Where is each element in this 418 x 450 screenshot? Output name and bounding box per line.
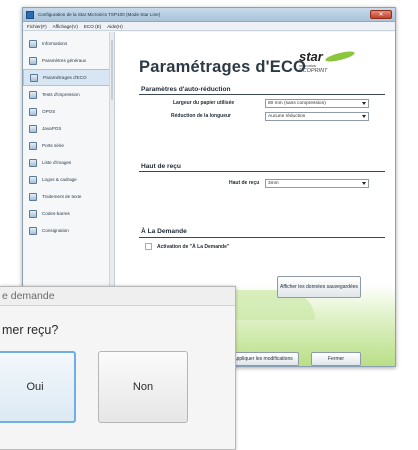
opos-icon: [29, 107, 37, 116]
chevron-down-icon: [362, 115, 366, 118]
sidebar-item-label: Paramètres généraux: [42, 58, 87, 63]
menu-eco[interactable]: ECO (E): [84, 24, 101, 29]
text-icon: [29, 192, 37, 201]
sidebar-item-label: Codes-barres: [42, 211, 70, 216]
info-icon: [29, 39, 37, 48]
log-icon: [29, 226, 37, 235]
title-bar[interactable]: Configuration de la Star Micronics TSP10…: [23, 8, 395, 22]
yes-button[interactable]: Oui: [0, 351, 76, 423]
section-divider: [139, 237, 385, 238]
show-saved-data-button[interactable]: Afficher les données sauvegardées: [277, 276, 361, 298]
sidebar-item-label: JavaPOS: [42, 126, 62, 131]
printer-icon: [29, 90, 37, 99]
logo-tagline: ECOPRINT: [299, 68, 328, 74]
sidebar-item-label: Tests d'impression: [42, 92, 80, 97]
dialog-question: mer reçu?: [2, 323, 59, 337]
sidebar-item-label: Informations: [42, 41, 68, 46]
top-margin-label: Haut de reçu: [229, 180, 260, 186]
sidebar-item-barcodes[interactable]: Codes-barres: [23, 205, 114, 222]
sidebar-item-text-processing[interactable]: Traitement de texte: [23, 188, 114, 205]
chevron-down-icon: [362, 182, 366, 185]
sidebar-item-label: OPOS: [42, 109, 56, 114]
paper-width-select[interactable]: 80 mm (sans compression): [265, 99, 369, 108]
section-divider: [139, 94, 385, 95]
section-title-reduction: Paramètres d'auto-réduction: [141, 86, 231, 93]
close-window-button[interactable]: ✕: [370, 10, 392, 19]
on-demand-checkbox-label: Activation de "À La Demande": [157, 244, 230, 250]
star-logo: star micronics ECOPRINT: [299, 49, 361, 84]
chevron-down-icon: [362, 102, 366, 105]
menu-view[interactable]: Affichage(V): [53, 24, 78, 29]
sidebar-item-logos[interactable]: Logos & cadrage: [23, 171, 114, 188]
sidebar-item-javapos[interactable]: JavaPOS: [23, 120, 114, 137]
sidebar-item-eco-settings[interactable]: Paramétrages d'ECO: [23, 69, 114, 86]
page-title: Paramétrages d'ECO: [139, 58, 307, 76]
section-divider: [139, 171, 385, 172]
top-margin-select[interactable]: 3mm: [265, 179, 369, 188]
sidebar-item-print-tests[interactable]: Tests d'impression: [23, 86, 114, 103]
scrollbar-thumb[interactable]: [111, 40, 113, 100]
logo-icon: [29, 175, 37, 184]
port-icon: [29, 141, 37, 150]
settings-icon: [29, 56, 37, 65]
sidebar-item-general-settings[interactable]: Paramètres généraux: [23, 52, 114, 69]
app-icon: [26, 10, 34, 19]
length-reduction-label: Réduction de la longueur: [171, 113, 232, 119]
length-reduction-select[interactable]: Aucune réduction: [265, 112, 369, 121]
dialog-title[interactable]: e demande: [0, 287, 235, 306]
sidebar-item-label: Ports série: [42, 143, 64, 148]
sidebar-item-label: Logos & cadrage: [42, 177, 77, 182]
sidebar-item-label: Consignation: [42, 228, 69, 233]
no-button[interactable]: Non: [98, 351, 188, 423]
menu-file[interactable]: Fichier(F): [27, 24, 47, 29]
section-title-on-demand: À La Demande: [141, 228, 187, 235]
sidebar-item-logging[interactable]: Consignation: [23, 222, 114, 239]
sidebar-item-serial-ports[interactable]: Ports série: [23, 137, 114, 154]
close-button[interactable]: Fermer: [311, 352, 361, 366]
paper-width-label: Largeur du papier utilisée: [173, 100, 235, 106]
length-reduction-value: Aucune réduction: [268, 114, 306, 119]
sidebar-item-label: Liste d'images: [42, 160, 72, 165]
sidebar-item-label: Paramétrages d'ECO: [43, 75, 87, 80]
sidebar-item-image-list[interactable]: Liste d'images: [23, 154, 114, 171]
paper-width-value: 80 mm (sans compression): [268, 101, 326, 106]
sidebar-item-informations[interactable]: Informations: [23, 35, 114, 52]
image-list-icon: [29, 158, 37, 167]
menu-bar: Fichier(F) Affichage(V) ECO (E) Aide(H): [23, 22, 395, 31]
barcode-icon: [29, 209, 37, 218]
print-receipt-dialog: e demande mer reçu? Oui Non: [0, 286, 236, 450]
eco-icon: [30, 73, 38, 82]
sidebar-item-opos[interactable]: OPOS: [23, 103, 114, 120]
section-title-top-margin: Haut de reçu: [141, 163, 181, 170]
top-margin-value: 3mm: [268, 181, 279, 186]
menu-help[interactable]: Aide(H): [107, 24, 123, 29]
javapos-icon: [29, 124, 37, 133]
apply-changes-button[interactable]: Appliquer les modifications: [227, 352, 299, 366]
sidebar-item-label: Traitement de texte: [42, 194, 82, 199]
window-title: Configuration de la Star Micronics TSP10…: [38, 12, 161, 17]
on-demand-checkbox[interactable]: [145, 243, 152, 250]
